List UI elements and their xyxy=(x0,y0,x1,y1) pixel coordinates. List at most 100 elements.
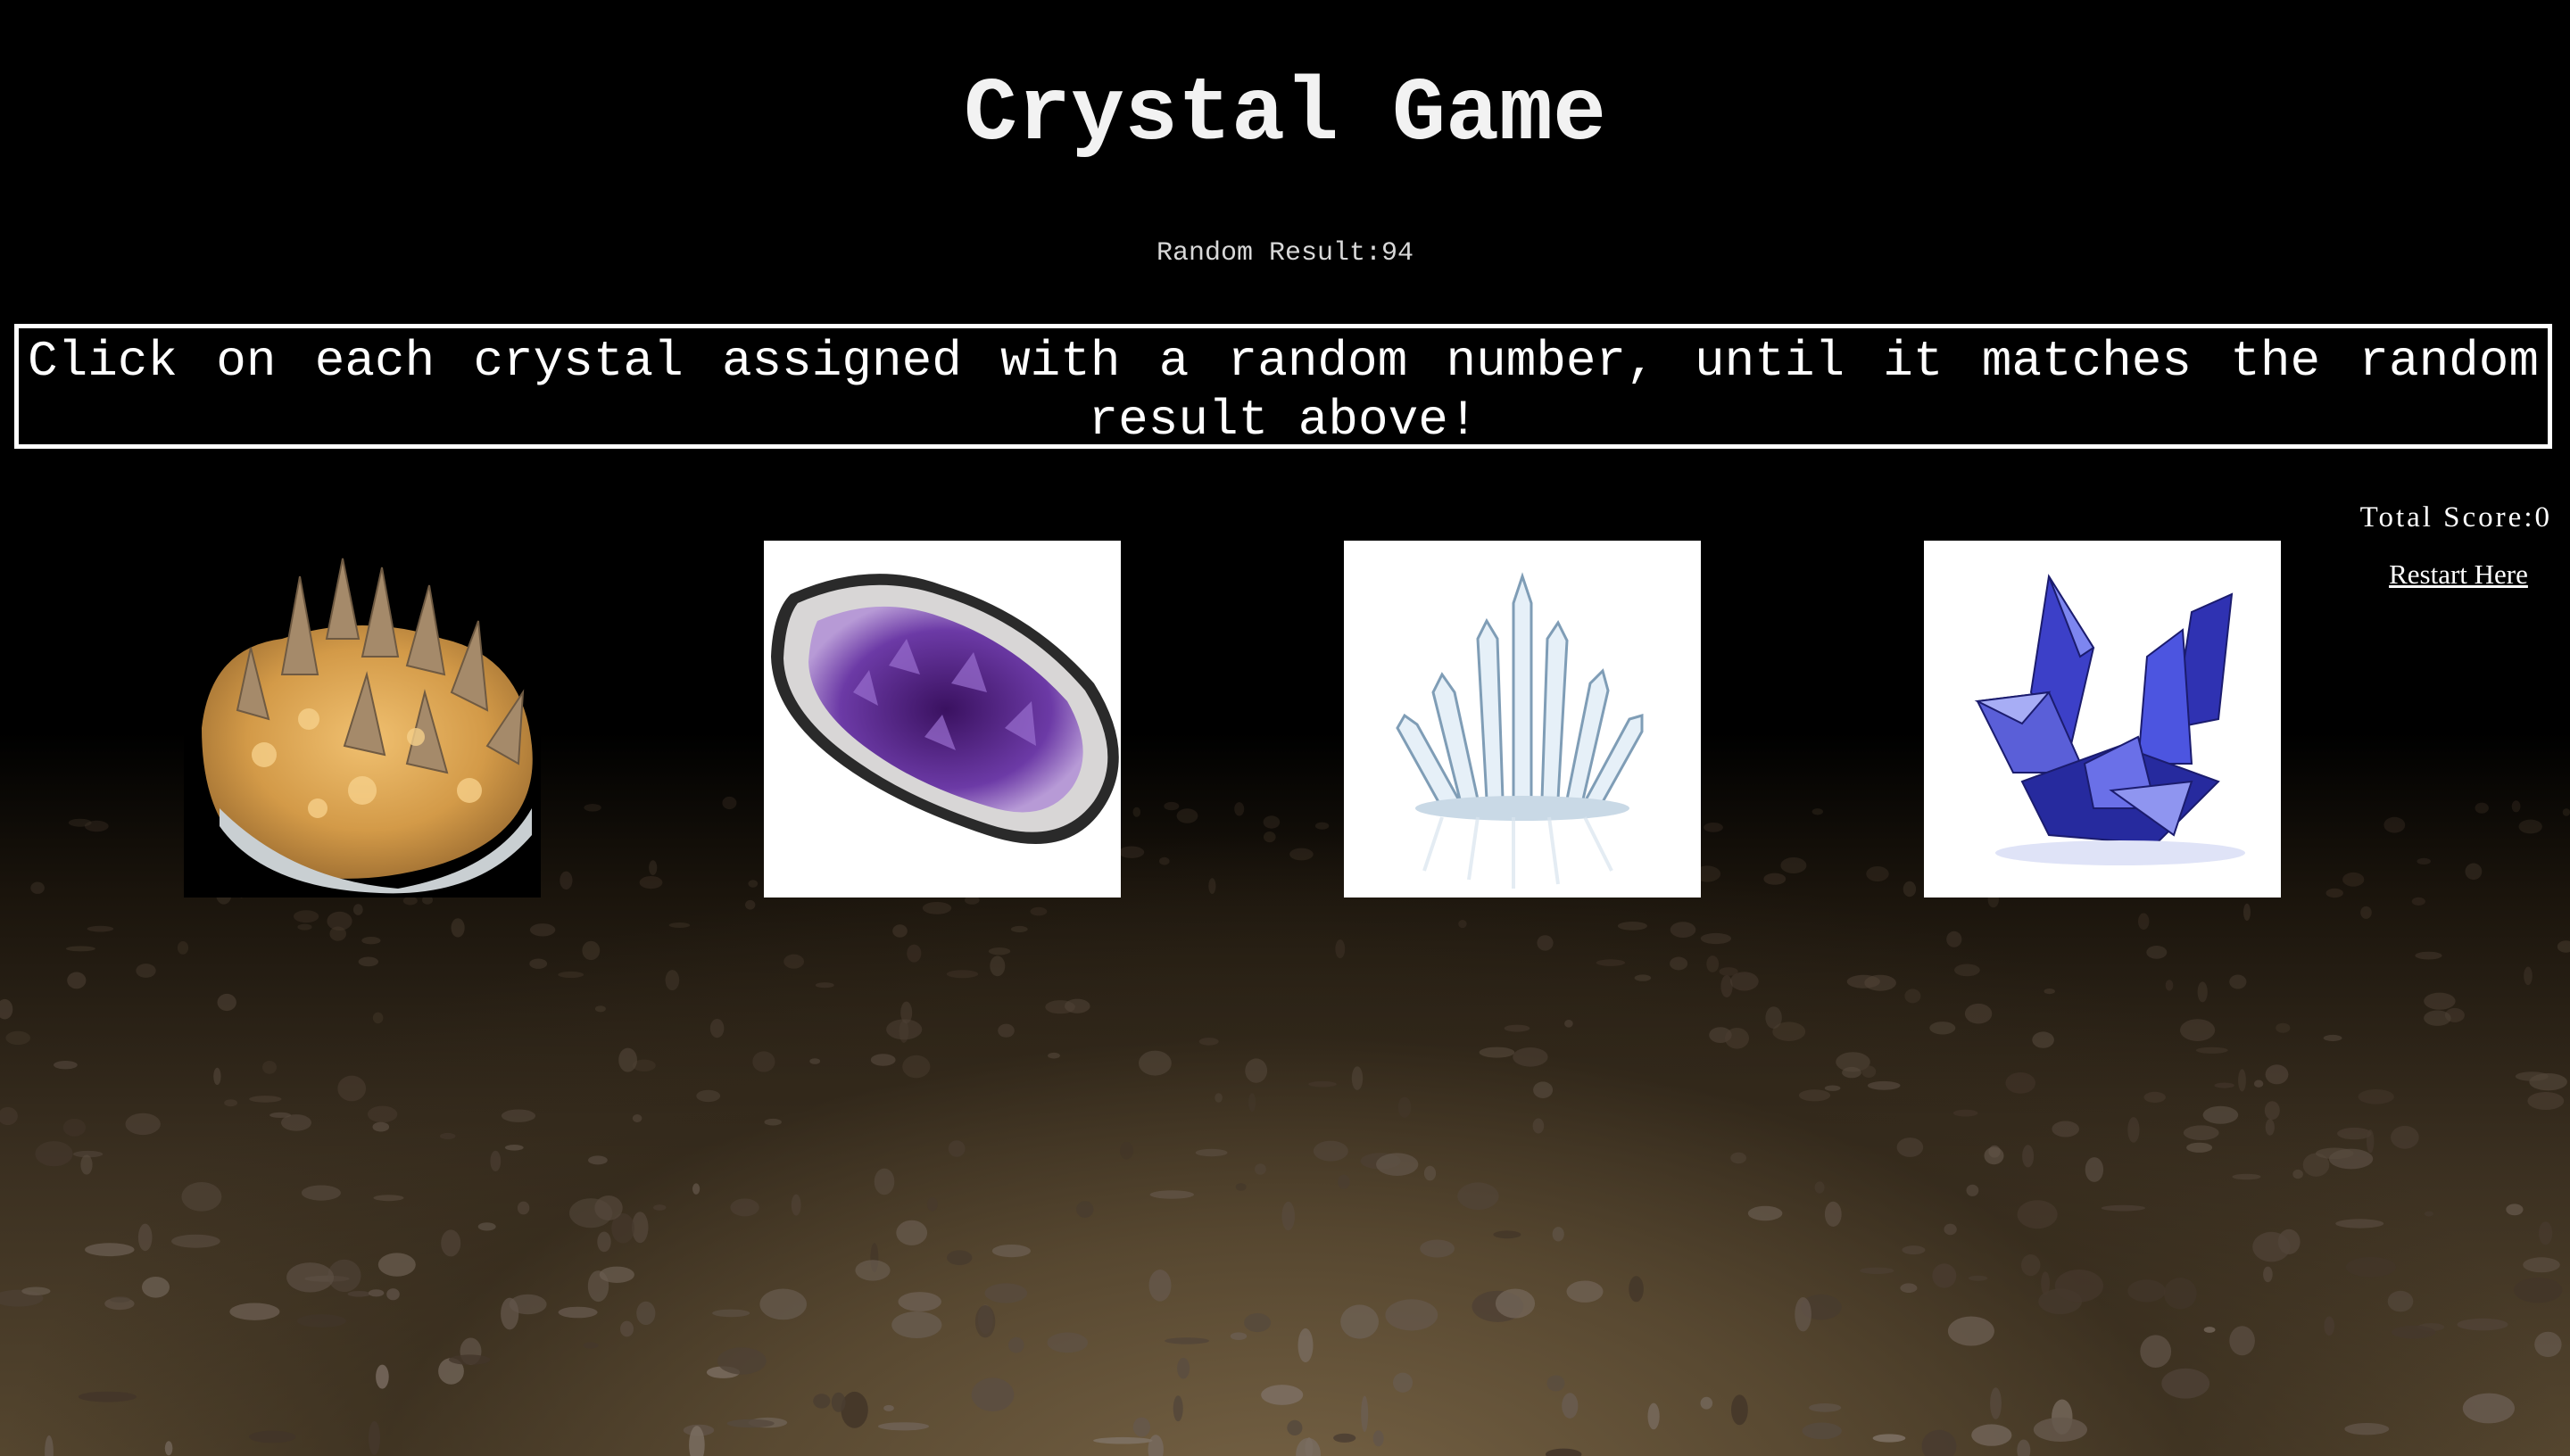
dirt-pebble xyxy=(991,1245,1031,1258)
dirt-pebble xyxy=(841,1391,868,1428)
dirt-pebble xyxy=(361,937,381,945)
dirt-pebble xyxy=(1990,1387,2002,1419)
dirt-pebble xyxy=(2524,966,2533,986)
dirt-pebble xyxy=(1824,1085,1841,1091)
dirt-pebble xyxy=(752,1051,775,1072)
dirt-pebble xyxy=(1047,1332,1089,1353)
dirt-pebble xyxy=(286,1262,335,1293)
dirt-pebble xyxy=(1308,1080,1337,1088)
dirt-pebble xyxy=(1809,1403,1842,1412)
dirt-pebble xyxy=(2252,1231,2291,1262)
dirt-pebble xyxy=(558,1306,598,1319)
dirt-pebble xyxy=(2475,802,2489,814)
crystal-citrine-button[interactable] xyxy=(184,541,541,898)
dirt-pebble xyxy=(1566,1280,1604,1303)
dirt-pebble xyxy=(2335,1219,2384,1228)
dirt-pebble xyxy=(1966,1184,1979,1196)
dirt-pebble xyxy=(1719,967,1738,976)
dirt-pebble xyxy=(347,1291,371,1297)
dirt-pebble xyxy=(181,1182,222,1212)
dirt-pebble xyxy=(2415,951,2442,960)
dirt-pebble xyxy=(2391,1325,2436,1339)
dirt-pebble xyxy=(1765,1006,1782,1029)
dirt-pebble xyxy=(1372,1430,1384,1447)
dirt-pebble xyxy=(2506,1204,2524,1216)
dirt-pebble xyxy=(984,1283,1028,1303)
dirt-pebble xyxy=(294,910,319,923)
dirt-pebble xyxy=(639,876,663,889)
dirt-pebble xyxy=(730,1198,759,1217)
dirt-pebble xyxy=(2161,1368,2210,1399)
dirt-pebble xyxy=(2052,1121,2079,1138)
dirt-pebble xyxy=(1846,974,1880,989)
dirt-pebble xyxy=(1896,1138,1924,1157)
dirt-pebble xyxy=(2344,1423,2390,1435)
dirt-pebble xyxy=(1552,1227,1564,1242)
dirt-pebble xyxy=(217,993,236,1012)
dirt-pebble xyxy=(1361,1395,1369,1433)
dirt-pebble xyxy=(599,1266,634,1284)
dirt-pebble xyxy=(84,820,109,832)
dirt-pebble xyxy=(2511,800,2521,813)
dirt-pebble xyxy=(594,1195,623,1220)
dirt-pebble xyxy=(0,998,13,1020)
dirt-pebble xyxy=(2041,1271,2051,1295)
dirt-pebble xyxy=(649,860,658,875)
dirt-pebble xyxy=(2323,1034,2342,1042)
dirt-pebble xyxy=(2202,1105,2239,1124)
dirt-pebble xyxy=(891,1311,942,1338)
dirt-pebble xyxy=(2462,1393,2515,1424)
amethyst-crystal-image xyxy=(771,574,1119,844)
dirt-pebble xyxy=(1338,1174,1350,1189)
dirt-pebble xyxy=(1296,1437,1321,1456)
dirt-pebble xyxy=(1700,1396,1713,1410)
dirt-pebble xyxy=(2265,1064,2289,1085)
dirt-pebble xyxy=(2557,940,2570,953)
restart-link[interactable]: Restart Here xyxy=(2389,558,2528,591)
dirt-pebble xyxy=(1423,1165,1437,1181)
crystal-amethyst-button[interactable] xyxy=(764,541,1121,898)
dirt-pebble xyxy=(1289,848,1314,861)
dirt-pebble xyxy=(441,1229,461,1257)
dirt-pebble xyxy=(529,958,548,969)
dirt-pebble xyxy=(759,1288,807,1320)
dirt-pebble xyxy=(376,1364,389,1389)
dirt-pebble xyxy=(1706,956,1720,972)
crystal-clear-quartz-button[interactable] xyxy=(1344,541,1701,898)
dirt-pebble xyxy=(1048,1052,1060,1059)
dirt-pebble xyxy=(1795,1297,1811,1332)
dirt-pebble xyxy=(125,1113,161,1136)
dirt-pebble xyxy=(110,1296,130,1303)
dirt-pebble xyxy=(177,941,189,955)
dirt-pebble xyxy=(1076,1201,1094,1218)
dirt-pebble xyxy=(2197,981,2208,1003)
dirt-pebble xyxy=(224,1099,237,1107)
dirt-pebble xyxy=(490,1150,502,1171)
dirt-pebble xyxy=(1255,1163,1266,1175)
dirt-pebble xyxy=(2143,1091,2166,1103)
dirt-pebble xyxy=(2044,989,2055,995)
dirt-pebble xyxy=(998,1023,1015,1038)
dirt-pebble xyxy=(1118,846,1145,858)
dirt-pebble xyxy=(1458,920,1467,929)
dirt-pebble xyxy=(1479,1046,1515,1058)
dirt-pebble xyxy=(369,1420,380,1455)
dirt-pebble xyxy=(1176,808,1198,823)
dirt-pebble xyxy=(1245,1058,1268,1083)
dirt-pebble xyxy=(1132,807,1141,817)
dirt-pebble xyxy=(1010,925,1028,933)
dirt-pebble xyxy=(1596,959,1626,966)
dirt-pebble xyxy=(358,956,378,967)
dirt-pebble xyxy=(54,1061,78,1070)
dirt-pebble xyxy=(249,1096,282,1103)
dirt-pebble xyxy=(1780,857,1807,873)
dirt-pebble xyxy=(878,1422,929,1431)
dirt-pebble xyxy=(696,1089,721,1103)
dirt-pebble xyxy=(1537,935,1554,951)
dirt-pebble xyxy=(665,970,680,991)
dirt-pebble xyxy=(1335,939,1346,959)
dirt-pebble xyxy=(1261,1385,1304,1405)
dirt-pebble xyxy=(1504,1024,1530,1032)
crystal-sapphire-button[interactable] xyxy=(1924,541,2281,898)
dirt-pebble xyxy=(907,944,922,963)
